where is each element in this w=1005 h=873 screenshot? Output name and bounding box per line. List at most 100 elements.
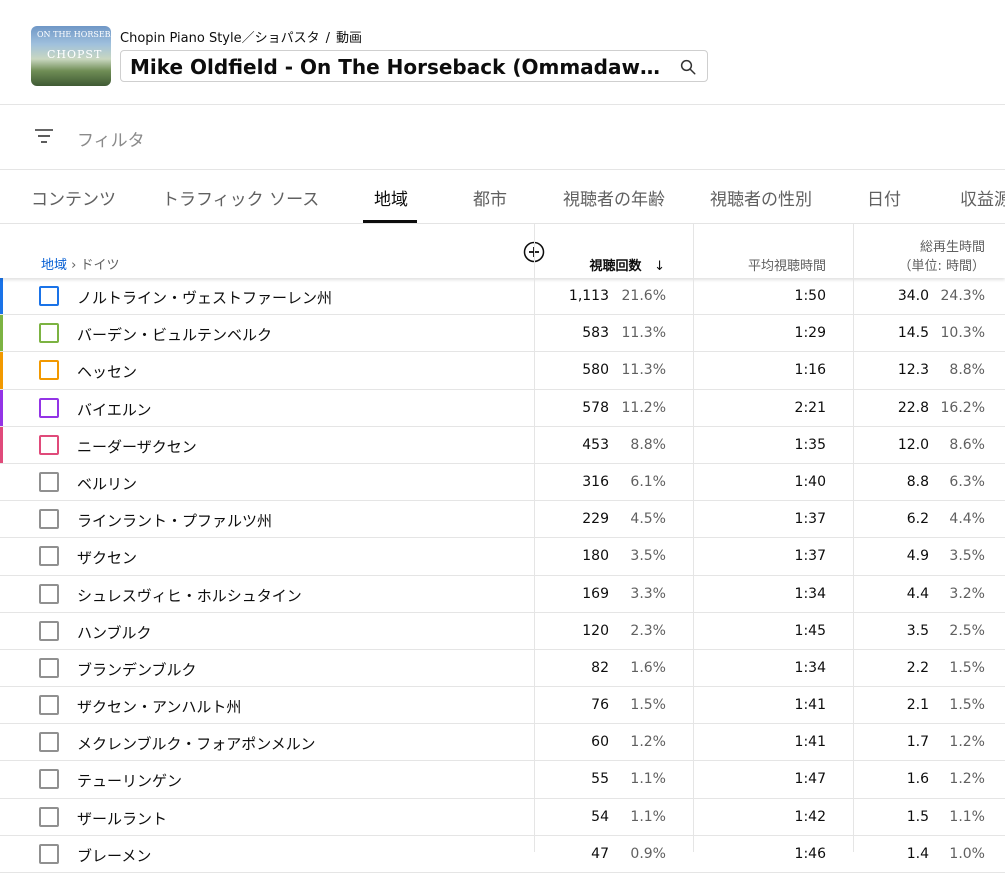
row-checkbox[interactable] bbox=[39, 583, 59, 604]
table-row[interactable]: ラインラント・プファルツ州 229 4.5% 1:37 6.2 4.4% bbox=[0, 501, 1005, 539]
filter-placeholder[interactable]: フィルタ bbox=[77, 126, 145, 151]
table-row[interactable]: ベルリン 316 6.1% 1:40 8.8 6.3% bbox=[0, 464, 1005, 502]
row-checkbox[interactable] bbox=[39, 323, 59, 344]
row-checkbox[interactable] bbox=[39, 471, 59, 492]
column-header-views[interactable]: 視聴回数 ↓ bbox=[590, 255, 665, 274]
row-checkbox[interactable] bbox=[39, 806, 59, 827]
filter-icon[interactable] bbox=[34, 128, 54, 144]
watch-time-value: 1.5 bbox=[906, 808, 929, 825]
video-thumbnail[interactable]: ON THE HORSEBACK CHOPST bbox=[31, 26, 111, 86]
views-percent: 2.3% bbox=[630, 622, 666, 639]
tab-date[interactable]: 日付 bbox=[867, 185, 901, 210]
thumbnail-text-top: ON THE HORSEBACK bbox=[37, 30, 111, 39]
region-name: ザールラント bbox=[77, 809, 168, 828]
region-name: ニーダーザクセン bbox=[77, 437, 197, 456]
avg-view-duration-value: 1:42 bbox=[794, 808, 826, 825]
column-header-avg-view-duration[interactable]: 平均視聴時間 bbox=[748, 255, 826, 274]
table-row[interactable]: メクレンブルク・フォアポンメルン 60 1.2% 1:41 1.7 1.2% bbox=[0, 724, 1005, 762]
row-checkbox[interactable] bbox=[39, 397, 59, 418]
tab-city[interactable]: 都市 bbox=[473, 185, 507, 210]
row-checkbox[interactable] bbox=[39, 434, 59, 455]
tab-traffic-source[interactable]: トラフィック ソース bbox=[162, 185, 319, 210]
region-name: シュレスヴィヒ・ホルシュタイン bbox=[77, 586, 302, 605]
table-row[interactable]: ヘッセン 580 11.3% 1:16 12.3 8.8% bbox=[0, 352, 1005, 390]
row-checkbox[interactable] bbox=[39, 509, 59, 530]
views-value: 180 bbox=[582, 548, 609, 565]
row-checkbox[interactable] bbox=[39, 657, 59, 678]
table-row[interactable]: シュレスヴィヒ・ホルシュタイン 169 3.3% 1:34 4.4 3.2% bbox=[0, 576, 1005, 613]
table-row[interactable]: ザールラント 54 1.1% 1:42 1.5 1.1% bbox=[0, 799, 1005, 836]
views-percent: 1.6% bbox=[630, 659, 666, 676]
avg-view-duration-value: 1:41 bbox=[794, 734, 826, 751]
views-value: 47 bbox=[591, 845, 609, 862]
views-value: 578 bbox=[582, 399, 609, 416]
tab-geography[interactable]: 地域 bbox=[374, 185, 408, 210]
tab-revenue-source[interactable]: 収益源 bbox=[960, 185, 1005, 210]
table-body: ノルトライン・ヴェストファーレン州 1,113 21.6% 1:50 34.0 24.3%… bbox=[0, 278, 1005, 873]
row-checkbox[interactable] bbox=[39, 286, 59, 306]
region-name: ブランデンブルク bbox=[77, 660, 197, 679]
series-color-bar bbox=[0, 724, 3, 760]
avg-view-duration-value: 1:46 bbox=[794, 845, 826, 862]
breadcrumb-channel[interactable]: Chopin Piano Style／ショパスタ bbox=[120, 31, 320, 46]
region-name: ノルトライン・ヴェストファーレン州 bbox=[77, 289, 333, 307]
watch-time-percent: 3.5% bbox=[949, 548, 985, 565]
search-icon[interactable] bbox=[679, 58, 697, 76]
watch-time-percent: 24.3% bbox=[940, 288, 985, 304]
views-percent: 6.1% bbox=[630, 473, 666, 490]
region-name: ヘッセン bbox=[77, 363, 138, 382]
row-checkbox[interactable] bbox=[39, 769, 59, 790]
table-breadcrumb: 地域 › ドイツ bbox=[41, 254, 120, 273]
views-value: 82 bbox=[591, 659, 609, 676]
views-value: 120 bbox=[582, 622, 609, 639]
table-row[interactable]: ノルトライン・ヴェストファーレン州 1,113 21.6% 1:50 34.0 24.3% bbox=[0, 278, 1005, 316]
table-row[interactable]: ニーダーザクセン 453 8.8% 1:35 12.0 8.6% bbox=[0, 426, 1005, 464]
avg-view-duration-value: 1:50 bbox=[794, 288, 826, 304]
views-percent: 1.1% bbox=[630, 808, 666, 825]
breadcrumb-section[interactable]: 動画 bbox=[336, 31, 362, 46]
watch-time-percent: 16.2% bbox=[940, 399, 985, 416]
table-row[interactable]: ブランデンブルク 82 1.6% 1:34 2.2 1.5% bbox=[0, 650, 1005, 688]
table-row[interactable]: ハンブルク 120 2.3% 1:45 3.5 2.5% bbox=[0, 613, 1005, 650]
filter-bar[interactable]: フィルタ bbox=[0, 105, 1005, 170]
views-percent: 1.5% bbox=[630, 697, 666, 714]
table-row[interactable]: ザクセン 180 3.5% 1:37 4.9 3.5% bbox=[0, 538, 1005, 576]
watch-time-value: 22.8 bbox=[897, 399, 929, 416]
tab-viewer-gender[interactable]: 視聴者の性別 bbox=[710, 185, 812, 210]
row-checkbox[interactable] bbox=[39, 695, 59, 716]
video-selector[interactable]: Mike Oldfield - On The Horseback (Ommada… bbox=[120, 50, 708, 82]
watch-time-value: 12.3 bbox=[897, 362, 929, 379]
table-header: 地域 › ドイツ 視聴回数 ↓ 平均視聴時間 総再生時間 （単位: 時間） bbox=[0, 224, 1005, 278]
video-title[interactable]: Mike Oldfield - On The Horseback (Ommada… bbox=[130, 54, 665, 80]
watch-time-value: 14.5 bbox=[897, 325, 929, 342]
column-header-watch-time[interactable]: 総再生時間 （単位: 時間） bbox=[898, 236, 985, 274]
row-checkbox[interactable] bbox=[39, 360, 59, 381]
breadcrumb-geography-link[interactable]: 地域 bbox=[41, 258, 67, 273]
breadcrumb: Chopin Piano Style／ショパスタ / 動画 bbox=[120, 31, 363, 46]
table-row[interactable]: テューリンゲン 55 1.1% 1:47 1.6 1.2% bbox=[0, 761, 1005, 799]
table-row[interactable]: バーデン・ビュルテンベルク 583 11.3% 1:29 14.5 10.3% bbox=[0, 315, 1005, 353]
tab-content[interactable]: コンテンツ bbox=[31, 185, 116, 210]
watch-time-percent: 1.0% bbox=[949, 845, 985, 862]
watch-time-percent: 2.5% bbox=[949, 622, 985, 639]
tab-viewer-age[interactable]: 視聴者の年齢 bbox=[563, 185, 665, 210]
region-name: ザクセン bbox=[77, 549, 138, 568]
row-checkbox[interactable] bbox=[39, 843, 59, 864]
watch-time-percent: 4.4% bbox=[949, 511, 985, 528]
views-value: 54 bbox=[591, 808, 609, 825]
region-name: メクレンブルク・フォアポンメルン bbox=[77, 735, 316, 754]
table-row[interactable]: ブレーメン 47 0.9% 1:46 1.4 1.0% bbox=[0, 836, 1005, 873]
watch-time-value: 1.7 bbox=[906, 734, 929, 751]
views-percent: 3.3% bbox=[630, 585, 666, 602]
avg-view-duration-value: 1:37 bbox=[794, 511, 826, 528]
row-checkbox[interactable] bbox=[39, 732, 59, 753]
region-name: ハンブルク bbox=[77, 623, 152, 642]
watch-time-value: 2.1 bbox=[906, 697, 929, 714]
row-checkbox[interactable] bbox=[39, 620, 59, 641]
row-checkbox[interactable] bbox=[39, 546, 59, 567]
watch-time-label: 総再生時間 bbox=[919, 240, 985, 255]
table-row[interactable]: バイエルン 578 11.2% 2:21 22.8 16.2% bbox=[0, 389, 1005, 427]
avg-view-duration-value: 1:45 bbox=[794, 622, 826, 639]
views-value: 76 bbox=[591, 697, 609, 714]
table-row[interactable]: ザクセン・アンハルト州 76 1.5% 1:41 2.1 1.5% bbox=[0, 687, 1005, 725]
